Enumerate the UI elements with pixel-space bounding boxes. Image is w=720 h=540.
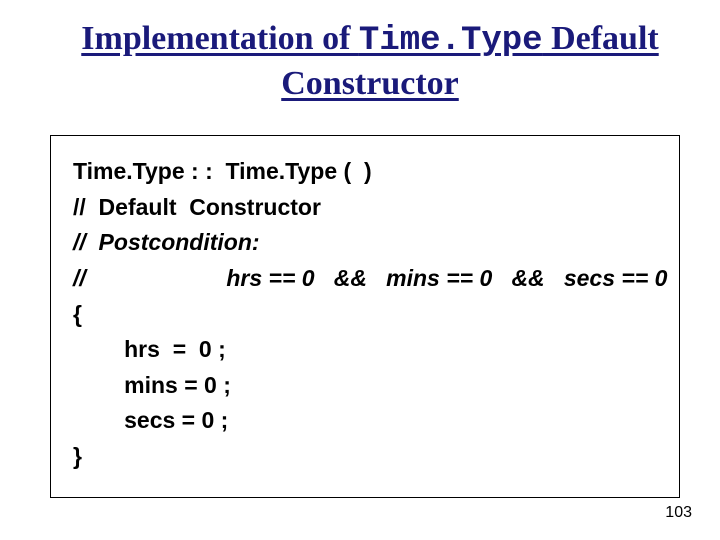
title-part-pre: Implementation of xyxy=(81,20,359,57)
code-line-open-brace: { xyxy=(73,297,657,333)
code-line-comment-2: // Postcondition: xyxy=(73,225,657,261)
code-line-comment-3: // hrs == 0 && mins == 0 && secs == 0 xyxy=(73,261,657,297)
code-line-body-2: mins = 0 ; xyxy=(73,368,657,404)
slide-title: Implementation of Time.Type Default Cons… xyxy=(50,18,690,105)
code-line-signature: Time.Type : : Time.Type ( ) xyxy=(73,154,657,190)
title-part-mono: Time.Type xyxy=(359,22,543,60)
code-box: Time.Type : : Time.Type ( ) // Default C… xyxy=(50,135,680,498)
code-line-body-1: hrs = 0 ; xyxy=(73,332,657,368)
code-line-comment-1: // Default Constructor xyxy=(73,190,657,226)
code-line-close-brace: } xyxy=(73,439,657,475)
code-line-body-3: secs = 0 ; xyxy=(73,403,657,439)
page-number: 103 xyxy=(665,504,692,522)
slide: Implementation of Time.Type Default Cons… xyxy=(0,0,720,540)
